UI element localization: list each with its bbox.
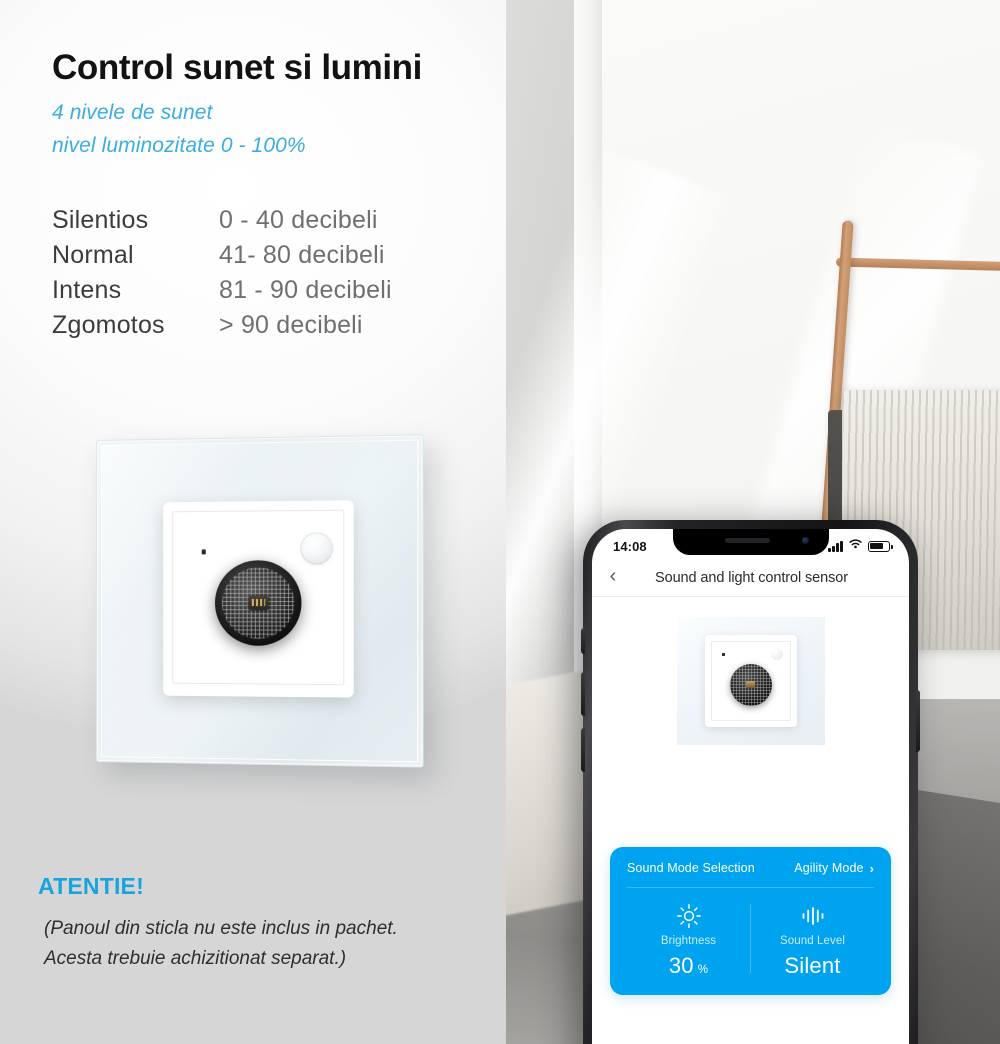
phone-screen: 14:08 ‹ Sound and light control sensor S… bbox=[592, 529, 909, 1044]
device-sensor-icon bbox=[729, 663, 772, 706]
product-marketing-image: Control sunet si lumini 4 nivele de sune… bbox=[0, 0, 1000, 1044]
table-row: Zgomotos > 90 decibeli bbox=[52, 311, 392, 346]
sound-mode-card[interactable]: Sound Mode Selection Agility Mode › Brig… bbox=[610, 847, 891, 995]
status-time: 14:08 bbox=[613, 538, 647, 554]
volume-up-button[interactable] bbox=[581, 672, 585, 716]
app-nav-bar: ‹ Sound and light control sensor bbox=[592, 559, 909, 597]
sensor-mesh bbox=[221, 567, 294, 639]
card-header: Sound Mode Selection Agility Mode › bbox=[627, 861, 874, 888]
device-led-icon bbox=[721, 653, 725, 656]
mode-value: Agility Mode bbox=[794, 861, 864, 875]
sound-light-sensor-icon bbox=[214, 559, 301, 646]
card-title: Sound Mode Selection bbox=[627, 861, 755, 875]
sound-level-stat[interactable]: Sound Level Silent bbox=[751, 902, 874, 979]
sensor-chip bbox=[248, 595, 268, 610]
silent-switch[interactable] bbox=[581, 628, 585, 654]
attention-line-2: Acesta trebuie achizitionat separat.) bbox=[44, 948, 347, 969]
subtitle-line-1: 4 nivele de sunet bbox=[52, 101, 213, 124]
sound-level-label: Silentios bbox=[52, 206, 149, 234]
brightness-value-group: 30 % bbox=[669, 953, 708, 979]
power-button[interactable] bbox=[916, 690, 920, 752]
app-page-title: Sound and light control sensor bbox=[655, 569, 848, 586]
volume-down-button[interactable] bbox=[581, 728, 585, 772]
attention-heading: ATENTIE! bbox=[38, 873, 144, 899]
status-icons bbox=[828, 537, 893, 555]
device-preview-image bbox=[676, 617, 825, 745]
device-frame bbox=[704, 635, 797, 727]
wifi-icon bbox=[848, 537, 863, 555]
sound-level-label: Normal bbox=[52, 241, 134, 269]
sound-level-table: Silentios 0 - 40 decibeli Normal 41- 80 … bbox=[52, 206, 392, 346]
sun-icon bbox=[676, 902, 702, 930]
brightness-label: Brightness bbox=[660, 935, 717, 947]
table-row: Normal 41- 80 decibeli bbox=[52, 241, 392, 276]
round-button bbox=[301, 533, 332, 564]
brightness-unit: % bbox=[697, 964, 709, 976]
brightness-stat[interactable]: Brightness 30 % bbox=[627, 902, 750, 979]
card-body: Brightness 30 % Sound Level Silent bbox=[627, 888, 874, 979]
sound-level-value: Silent bbox=[784, 953, 841, 978]
phone-notch bbox=[672, 529, 829, 555]
back-chevron-icon[interactable]: ‹ bbox=[592, 566, 634, 589]
sound-level-label: Sound Level bbox=[779, 935, 846, 947]
sound-level-label: Intens bbox=[52, 276, 122, 304]
mode-selector[interactable]: Agility Mode › bbox=[794, 861, 874, 875]
subtitle-line-2: nivel luminozitate 0 - 100% bbox=[52, 134, 306, 157]
page-title: Control sunet si lumini bbox=[52, 48, 422, 87]
chevron-right-icon: › bbox=[869, 860, 874, 876]
left-info-panel: Control sunet si lumini 4 nivele de sune… bbox=[0, 0, 506, 1044]
sound-level-value: 41- 80 decibeli bbox=[219, 241, 385, 269]
sound-level-value-group: Silent bbox=[784, 953, 840, 979]
earpiece-speaker-icon bbox=[724, 538, 770, 543]
front-camera-icon bbox=[801, 537, 809, 544]
sound-level-value: 81 - 90 decibeli bbox=[219, 276, 392, 304]
table-row: Intens 81 - 90 decibeli bbox=[52, 276, 392, 311]
sound-level-label: Zgomotos bbox=[52, 311, 165, 339]
led-indicator-icon bbox=[201, 549, 206, 555]
waveform-icon bbox=[800, 902, 826, 930]
device-round-button bbox=[770, 648, 783, 660]
table-row: Silentios 0 - 40 decibeli bbox=[52, 206, 392, 241]
brightness-value: 30 bbox=[668, 953, 694, 978]
product-image-wall-switch bbox=[96, 434, 424, 770]
sensor-module bbox=[163, 500, 354, 698]
sound-level-value: 0 - 40 decibeli bbox=[219, 206, 378, 234]
battery-icon bbox=[868, 540, 893, 552]
glass-panel bbox=[96, 434, 424, 768]
smartphone-mockup: 14:08 ‹ Sound and light control sensor S… bbox=[581, 520, 920, 1044]
signal-bars-icon bbox=[828, 540, 843, 552]
sound-level-value: > 90 decibeli bbox=[219, 311, 363, 339]
attention-line-1: (Panoul din sticla nu este inclus in pac… bbox=[44, 918, 398, 939]
